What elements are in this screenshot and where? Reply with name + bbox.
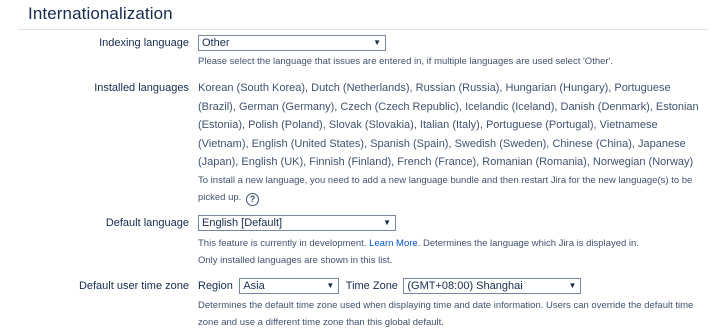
- region-select[interactable]: Asia ▼: [239, 278, 340, 294]
- indexing-language-select[interactable]: Other ▼: [198, 35, 386, 51]
- question-circle-icon[interactable]: ?: [245, 193, 259, 207]
- indexing-language-label: Indexing language: [99, 37, 189, 49]
- section-title: Internationalization: [28, 4, 173, 23]
- default-timezone-field: Region Asia ▼ Time Zone (GMT+08:00) Shan…: [198, 278, 708, 331]
- region-value: Asia: [243, 280, 265, 292]
- dropdown-arrow-icon: ▼: [373, 38, 381, 47]
- default-language-label: Default language: [105, 217, 189, 229]
- default-timezone-label: Default user time zone: [78, 280, 189, 292]
- region-label: Region: [198, 280, 233, 292]
- installed-languages-list: Korean (South Korea), Dutch (Netherlands…: [198, 82, 699, 169]
- default-timezone-help: Determines the default time zone used wh…: [198, 300, 694, 328]
- indexing-language-field: Other ▼ Please select the language that …: [198, 35, 613, 70]
- default-language-help-line2: Only installed languages are shown in th…: [198, 255, 393, 266]
- install-language-note-text: To install a new language, you need to a…: [198, 174, 693, 204]
- learn-more-link[interactable]: Learn More: [369, 238, 418, 249]
- dropdown-arrow-icon: ▼: [568, 281, 577, 290]
- indexing-language-value: Other: [202, 37, 230, 49]
- install-language-note: To install a new language, you need to a…: [198, 172, 703, 207]
- default-language-field: English [Default] ▼ This feature is curr…: [198, 215, 639, 269]
- time-zone-value: (GMT+08:00) Shanghai: [407, 280, 523, 292]
- time-zone-label: Time Zone: [345, 280, 398, 292]
- default-language-help: This feature is currently in development…: [198, 235, 639, 252]
- default-language-help-text: This feature is currently in development…: [198, 238, 367, 249]
- title-divider: [18, 29, 708, 30]
- indexing-language-help: Please select the language that issues a…: [198, 56, 614, 67]
- installed-languages-label: Installed languages: [94, 82, 189, 94]
- default-language-help-text-after: . Determines the language which Jira is …: [417, 238, 639, 249]
- time-zone-select[interactable]: (GMT+08:00) Shanghai ▼: [403, 278, 582, 294]
- default-language-value: English [Default]: [202, 217, 283, 229]
- default-language-select[interactable]: English [Default] ▼: [198, 215, 396, 231]
- dropdown-arrow-icon: ▼: [326, 281, 335, 290]
- dropdown-arrow-icon: ▼: [383, 218, 391, 227]
- installed-languages-field: Korean (South Korea), Dutch (Netherlands…: [198, 79, 703, 207]
- internationalization-settings: Internationalization Indexing language O…: [0, 0, 720, 335]
